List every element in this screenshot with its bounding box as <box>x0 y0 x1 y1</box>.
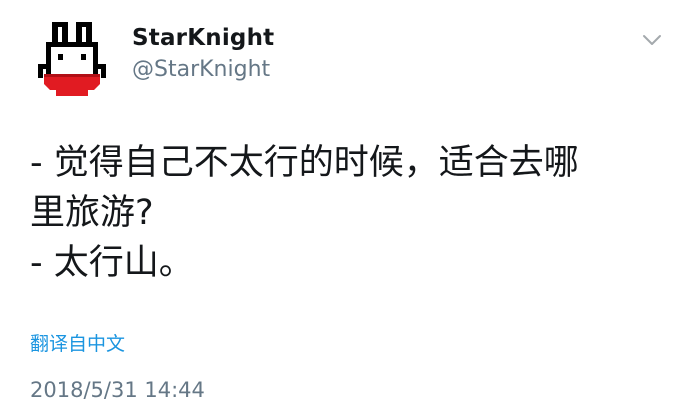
pixel-avatar-icon <box>38 22 106 96</box>
tweet-timestamp[interactable]: 2018/5/31 14:44 <box>30 377 205 403</box>
display-name[interactable]: StarKnight <box>132 24 274 52</box>
tweet-text: - 觉得自己不太行的时候，适合去哪 里旅游? - 太行山。 <box>30 138 670 288</box>
translate-link[interactable]: 翻译自中文 <box>30 332 125 356</box>
tweet-text-line: - 太行山。 <box>30 243 194 283</box>
tweet-card: StarKnight @StarKnight - 觉得自己不太行的时候，适合去哪… <box>0 0 692 420</box>
user-handle[interactable]: @StarKnight <box>132 56 274 84</box>
avatar[interactable] <box>30 18 114 102</box>
tweet-text-line: 里旅游? <box>30 193 154 233</box>
chevron-down-icon[interactable] <box>636 24 668 56</box>
tweet-text-line: - 觉得自己不太行的时候，适合去哪 <box>30 143 579 183</box>
user-info: StarKnight @StarKnight <box>132 24 274 84</box>
